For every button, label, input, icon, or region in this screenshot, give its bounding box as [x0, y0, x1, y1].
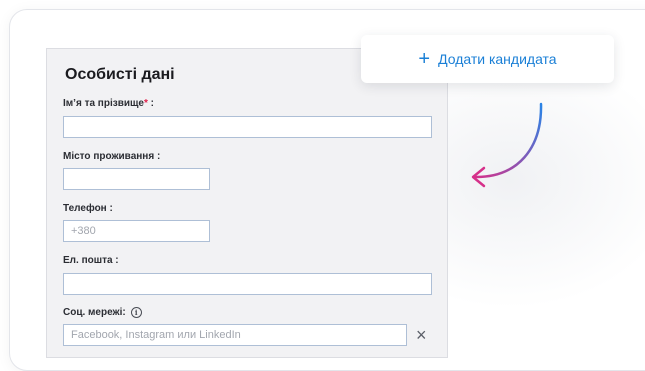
email-label: Ел. пошта : — [63, 255, 119, 266]
phone-label: Телефон : — [63, 203, 113, 214]
email-input[interactable] — [63, 273, 432, 295]
city-input[interactable] — [63, 168, 210, 190]
full-name-label: Ім’я та прізвище* : — [63, 98, 155, 109]
full-name-input[interactable] — [63, 116, 432, 138]
plus-icon: + — [418, 48, 431, 70]
city-label: Місто проживання : — [63, 151, 161, 162]
add-candidate-button[interactable]: + Додати кандидата — [361, 35, 614, 83]
add-candidate-label: Додати кандидата — [438, 51, 557, 67]
social-input[interactable]: Facebook, Instagram или LinkedIn — [63, 324, 407, 346]
form-title: Особисті дані — [65, 66, 175, 83]
phone-input[interactable]: +380 — [63, 220, 210, 242]
curved-arrow-icon — [471, 102, 543, 188]
social-label: Соц. мережі: i — [63, 307, 142, 318]
close-icon[interactable]: × — [416, 326, 427, 344]
info-icon[interactable]: i — [130, 307, 142, 318]
